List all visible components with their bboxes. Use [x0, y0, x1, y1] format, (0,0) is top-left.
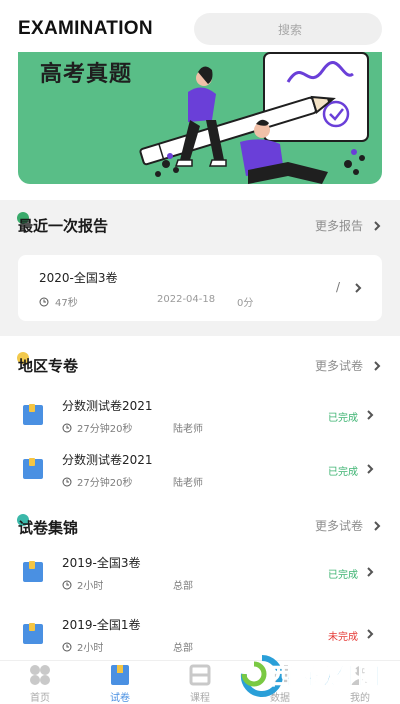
report-paper-name: 2020-全国3卷 [39, 271, 118, 285]
chevron-right-icon [367, 464, 374, 474]
chevron-right-icon [374, 220, 381, 231]
paper-duration: 27分钟20秒 [62, 474, 132, 489]
course-icon [189, 664, 211, 686]
paper-duration-text: 27分钟20秒 [77, 424, 133, 435]
search-bar[interactable] [194, 13, 386, 47]
paper-duration-text: 2小时 [77, 643, 104, 654]
paper-duration: 2小时 [62, 577, 103, 592]
clock-icon [39, 297, 49, 306]
paper-icon [111, 665, 129, 685]
paper-duration: 27分钟20秒 [62, 420, 132, 435]
collection-heading: 试卷集锦 [17, 514, 79, 538]
more-papers-label: 更多试卷 [314, 359, 363, 373]
paper-teacher: 总部 [173, 643, 193, 654]
paper-icon [23, 623, 43, 644]
status-badge: 已完成 [328, 413, 358, 424]
more-reports-label: 更多报告 [314, 219, 363, 233]
more-papers-link[interactable]: 更多试卷 [315, 517, 383, 534]
chevron-right-icon [367, 410, 374, 420]
paper-duration-text: 27分钟20秒 [77, 478, 133, 489]
chevron-right-icon [367, 567, 374, 577]
status-badge: 已完成 [328, 570, 358, 581]
paper-duration: 2小时 [62, 639, 103, 654]
report-duration-text: 47秒 [55, 298, 78, 309]
paper-row[interactable]: 2019-全国3卷 2小时 总部 已完成 [0, 542, 400, 602]
paper-duration-text: 2小时 [77, 581, 104, 592]
status-badge: 已完成 [328, 467, 358, 478]
report-duration: 47秒 [39, 294, 78, 309]
nav-label: 试卷 [110, 693, 130, 704]
report-score: 0分 [237, 298, 254, 309]
section-title: 地区专卷 [18, 357, 79, 375]
banner-title: 高考真题 [40, 62, 133, 87]
chevron-right-icon [355, 283, 362, 293]
paper-title: 2019-全国1卷 [62, 618, 141, 632]
more-papers-link[interactable]: 更多试卷 [315, 357, 383, 374]
chevron-right-icon [374, 360, 381, 371]
chevron-right-icon [374, 520, 381, 531]
paper-title: 2019-全国3卷 [62, 556, 141, 570]
paper-teacher: 陆老师 [173, 424, 203, 435]
section-title: 最近一次报告 [18, 217, 109, 235]
paper-title: 分数测试卷2021 [62, 453, 153, 467]
section-title: 试卷集锦 [18, 519, 79, 537]
report-card[interactable]: 2020-全国3卷 47秒 2022-04-18 0分 / [18, 255, 382, 321]
paper-row[interactable]: 分数测试卷2021 27分钟20秒 陆老师 已完成 [0, 385, 400, 445]
report-slash: / [336, 280, 341, 294]
report-date: 2022-04-18 [157, 294, 216, 305]
paper-icon [23, 404, 43, 425]
nav-papers[interactable]: 试卷 [80, 661, 160, 704]
app-title: EXAMINATION [18, 18, 153, 39]
clock-icon [62, 477, 72, 486]
clock-icon [62, 580, 72, 589]
chevron-right-icon [367, 629, 374, 639]
banner[interactable]: 高考真题 [18, 52, 382, 184]
paper-icon [23, 458, 43, 479]
status-badge: 未完成 [328, 632, 358, 643]
clock-icon [62, 423, 72, 432]
home-icon [30, 665, 50, 685]
paper-teacher: 陆老师 [173, 478, 203, 489]
more-papers-label: 更多试卷 [314, 519, 363, 533]
nav-home[interactable]: 首页 [0, 661, 80, 704]
search-input[interactable] [194, 13, 386, 47]
recent-report-heading: 最近一次报告 [17, 212, 109, 236]
more-reports-link[interactable]: 更多报告 [315, 217, 383, 234]
site-watermark-logo: 西西软件园 [240, 655, 380, 697]
paper-row[interactable]: 分数测试卷2021 27分钟20秒 陆老师 已完成 [0, 439, 400, 499]
paper-icon [23, 561, 43, 582]
paper-teacher: 总部 [173, 581, 193, 592]
nav-label: 首页 [30, 693, 50, 704]
region-heading: 地区专卷 [17, 352, 79, 376]
clock-icon [62, 642, 72, 651]
watermark-text: 西西软件园 [270, 664, 380, 690]
paper-title: 分数测试卷2021 [62, 399, 153, 413]
